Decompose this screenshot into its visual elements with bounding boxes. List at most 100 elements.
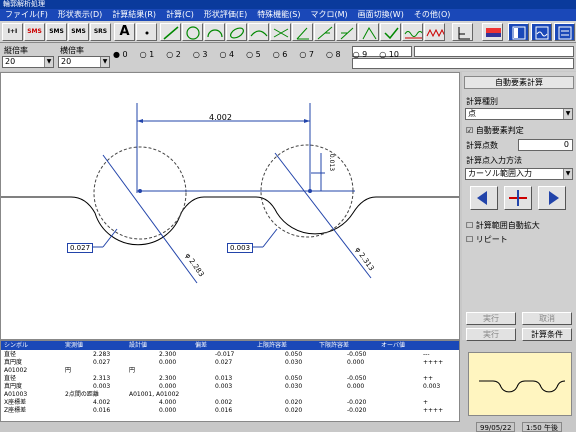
roundness-label-right[interactable]: 0.003 [227, 243, 254, 253]
tool-button[interactable]: SMS [46, 23, 67, 41]
ellipse-tool-icon[interactable] [226, 23, 247, 41]
window-wave-icon[interactable] [531, 23, 552, 41]
window-list-icon[interactable] [554, 23, 575, 41]
next-button[interactable] [538, 186, 566, 210]
menu-window[interactable]: 画面切換(W) [353, 9, 409, 21]
radio-7[interactable]: ○ 7 [299, 50, 320, 59]
toolbar: I+I SMS SMS SMS SRS A [0, 21, 576, 43]
auto-calc-panel: 自動要素計算 計算種別 点 ▼ ☑ 自動要素判定 計算点数 0 計算点入力方法 カ… [462, 72, 576, 341]
table-row[interactable]: A01003 2点間の距離 A01001, A01002 [1, 391, 459, 399]
y-scale-select[interactable]: 20 ▼ [58, 56, 110, 68]
run-button[interactable]: 実行 [466, 328, 516, 341]
menu-display[interactable]: 形状表示(D) [53, 9, 107, 21]
auto-judge-checkbox[interactable]: ☑ 自動要素判定 [466, 125, 524, 136]
tool-button[interactable]: SRS [90, 23, 111, 41]
chevron-down-icon: ▼ [563, 169, 572, 179]
profile-canvas[interactable]: 4.002 0.013 0.027 0.003 φ 2.283 φ 2.313 [0, 72, 460, 340]
table-row[interactable]: 真円度 0.027 0.000 0.027 0.030 0.000 ++++ [1, 359, 459, 367]
radio-8[interactable]: ○ 8 [326, 50, 347, 59]
layer-radio-group: ● 0 ○ 1 ○ 2 ○ 3 ○ 4 ○ 5 ○ 6 ○ 7 ○ 8 ○ 9 ○ 10 [113, 50, 411, 59]
col-deviation[interactable]: 偏差 [195, 341, 207, 350]
points-label: 計算点数 [466, 141, 498, 150]
input-method-label: 計算点入力方法 [466, 156, 522, 165]
execute-button[interactable]: 実行 [466, 312, 516, 325]
palette-icon[interactable] [482, 23, 503, 41]
app-title: 輪郭解析処理 [3, 0, 45, 8]
status-bar: 99/05/22 1:50 午後 [0, 422, 576, 432]
col-over[interactable]: オーバ値 [381, 341, 405, 350]
zigzag-tool-icon[interactable] [424, 23, 445, 41]
intersect-tool-icon[interactable] [270, 23, 291, 41]
table-row[interactable]: X座標差 4.002 4.000 0.002 0.020 -0.020 + [1, 399, 459, 407]
y-scale-label: 横倍率 [60, 46, 84, 55]
radio-5[interactable]: ○ 5 [246, 50, 267, 59]
cancel-button[interactable]: 取消 [522, 312, 572, 325]
input-method-select[interactable]: カーソル範囲入力 ▼ [465, 168, 573, 180]
info-field-2[interactable] [414, 46, 574, 57]
prev-button[interactable] [470, 186, 498, 210]
table-row[interactable]: 直径 2.283 2.300 -0.017 0.050 -0.050 --- [1, 351, 459, 359]
axis-tool-icon[interactable] [452, 23, 473, 41]
calc-type-label: 計算種別 [466, 97, 498, 106]
radio-10[interactable]: ○ 10 [379, 50, 405, 59]
line-tool-icon[interactable] [160, 23, 181, 41]
point-tool-icon[interactable] [136, 23, 157, 41]
perpendicular-tool-icon[interactable] [358, 23, 379, 41]
profile-preview [468, 352, 572, 416]
roundness-label-left[interactable]: 0.027 [67, 243, 94, 253]
distance-dimension: 4.002 [209, 113, 232, 122]
window-left-icon[interactable] [508, 23, 529, 41]
col-measured[interactable]: 実測値 [65, 341, 83, 350]
menu-calc[interactable]: 計算(C) [161, 9, 199, 21]
angle-tool-icon[interactable] [292, 23, 313, 41]
auto-expand-checkbox[interactable]: ☐ 計算範囲自動拡大 [466, 220, 540, 231]
radio-4[interactable]: ○ 4 [220, 50, 241, 59]
menu-macro[interactable]: マクロ(M) [306, 9, 353, 21]
status-date: 99/05/22 [476, 422, 516, 432]
table-header: シンボル 実測値 設計値 偏差 上限許容差 下限許容差 オーバ値 [1, 341, 459, 350]
radio-0[interactable]: ● 0 [113, 50, 134, 59]
menu-file[interactable]: ファイル(F) [0, 9, 53, 21]
menu-bar: ファイル(F) 形状表示(D) 計算結果(R) 計算(C) 形状評価(E) 特殊機能(S)… [0, 9, 576, 21]
radio-2[interactable]: ○ 2 [166, 50, 187, 59]
points-field[interactable]: 0 [518, 139, 573, 151]
menu-evaluate[interactable]: 形状評価(E) [199, 9, 252, 21]
calc-type-select[interactable]: 点 ▼ [465, 108, 573, 120]
calc-conditions-button[interactable]: 計算条件 [522, 328, 572, 341]
slope-tool-icon[interactable] [314, 23, 335, 41]
table-row[interactable]: A01002 円円 [1, 367, 459, 375]
repeat-checkbox[interactable]: ☐ リピート [466, 234, 508, 245]
tool-button[interactable]: I+I [2, 23, 23, 41]
distance-tool-icon[interactable] [336, 23, 357, 41]
results-table: シンボル 実測値 設計値 偏差 上限許容差 下限許容差 オーバ値 直径 2.283… [0, 340, 460, 422]
chevron-down-icon: ▼ [563, 109, 572, 119]
col-lower[interactable]: 下限許容差 [319, 341, 349, 350]
wave-tool-icon[interactable] [402, 23, 423, 41]
tool-button[interactable]: SMS [68, 23, 89, 41]
col-upper[interactable]: 上限許容差 [257, 341, 287, 350]
col-design[interactable]: 設計値 [129, 341, 147, 350]
menu-special[interactable]: 特殊機能(S) [252, 9, 305, 21]
arc-tool-icon[interactable] [204, 23, 225, 41]
text-tool-button[interactable]: A [114, 23, 135, 41]
check-tool-icon[interactable] [380, 23, 401, 41]
circle-tool-icon[interactable] [182, 23, 203, 41]
menu-results[interactable]: 計算結果(R) [107, 9, 161, 21]
range-button[interactable] [504, 186, 532, 210]
table-row[interactable]: 真円度 0.003 0.000 0.003 0.030 0.000 0.003 [1, 383, 459, 391]
radio-6[interactable]: ○ 6 [273, 50, 294, 59]
info-field-3[interactable] [352, 58, 574, 69]
chevron-down-icon: ▼ [100, 57, 109, 67]
radio-9[interactable]: ○ 9 [353, 50, 374, 59]
radio-1[interactable]: ○ 1 [140, 50, 161, 59]
status-time: 1:50 午後 [522, 422, 562, 432]
table-row[interactable]: 直径 2.313 2.300 0.013 0.050 -0.050 ++ [1, 375, 459, 383]
menu-other[interactable]: その他(O) [409, 9, 456, 21]
tool-button[interactable]: SMS [24, 23, 45, 41]
curve-tool-icon[interactable] [248, 23, 269, 41]
title-bar: 輪郭解析処理 [0, 0, 576, 9]
radio-3[interactable]: ○ 3 [193, 50, 214, 59]
x-scale-select[interactable]: 20 ▼ [2, 56, 54, 68]
col-symbol[interactable]: シンボル [4, 341, 28, 350]
table-row[interactable]: Z座標差 0.016 0.000 0.016 0.020 -0.020 ++++ [1, 407, 459, 415]
